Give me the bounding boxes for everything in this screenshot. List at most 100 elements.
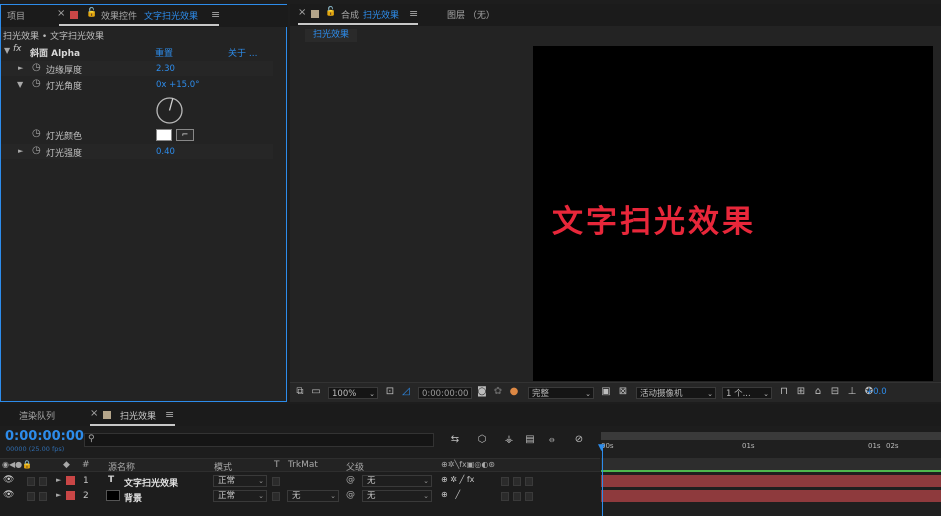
graph-editor-icon[interactable]: ⊘ — [573, 434, 585, 446]
audio-switch[interactable] — [27, 477, 35, 486]
lock-icon[interactable]: 🔓 — [325, 7, 336, 17]
tab-composition[interactable]: 扫光效果 — [363, 8, 399, 21]
expand-arrow-icon[interactable]: ► — [56, 491, 61, 499]
close-icon[interactable]: × — [298, 7, 306, 18]
about-link[interactable]: 关于 ... — [228, 46, 257, 59]
region-of-interest-icon[interactable]: ▣ — [600, 386, 612, 398]
lock-switch[interactable] — [39, 477, 47, 486]
show-snapshot-icon[interactable]: ✿ — [492, 386, 504, 398]
property-value[interactable]: 0x +15.0° — [156, 80, 199, 90]
layer-row[interactable]: 👁 ► 2 背景 正常 ⌄ 无 ⌄ @ 无 ⌄ ⊕ ╱ — [0, 489, 600, 504]
resolution-select[interactable]: 完整 ⌄ — [528, 387, 594, 399]
label-column-icon[interactable]: ◆ — [63, 460, 70, 470]
toggle-pixel-aspect-icon[interactable]: ⊞ — [795, 386, 807, 398]
eyedropper-icon[interactable]: ⌐ — [176, 129, 194, 141]
exposure-value[interactable]: +0.0 — [866, 387, 887, 397]
safe-zones-icon[interactable]: ⊡ — [384, 386, 396, 398]
tab-layer[interactable]: 图层 （无） — [447, 8, 495, 21]
blend-mode-select[interactable]: 正常 ⌄ — [213, 475, 267, 487]
motion-blur-icon[interactable]: ⦵ — [546, 434, 558, 446]
comp-subtab[interactable]: 扫光效果 — [305, 29, 358, 42]
mask-visibility-icon[interactable]: ◿ — [400, 386, 412, 398]
layer-label-color[interactable] — [66, 476, 75, 485]
trkmat-select[interactable]: 无 ⌄ — [287, 490, 339, 502]
draft-3d-icon[interactable]: ⬡ — [476, 434, 488, 446]
layer-name[interactable]: 文字扫光效果 — [124, 476, 178, 489]
expand-arrow-icon[interactable]: ► — [18, 147, 23, 155]
stopwatch-icon[interactable]: ◷ — [32, 62, 41, 73]
stopwatch-icon[interactable]: ◷ — [32, 128, 41, 139]
angle-dial-icon[interactable] — [155, 96, 184, 125]
reset-link[interactable]: 重置 — [155, 46, 173, 59]
work-area-bar[interactable] — [601, 432, 941, 440]
layer-row[interactable]: 👁 ► 1 T 文字扫光效果 正常 ⌄ @ 无 ⌄ ⊕ ✲ ╱ fx — [0, 474, 600, 489]
expand-arrow-icon[interactable]: ► — [56, 476, 61, 484]
layer-search-input[interactable]: ⚲ — [84, 433, 434, 447]
parent-pickwhip-icon[interactable]: @ — [346, 490, 355, 500]
tab-effect-controls[interactable]: 效果控件 — [101, 9, 137, 22]
playhead-icon[interactable]: ▼ — [598, 443, 605, 453]
audio-switch[interactable] — [27, 492, 35, 501]
lock-icon[interactable]: 🔓 — [86, 8, 97, 18]
property-value[interactable]: 2.30 — [156, 64, 175, 74]
property-value[interactable]: 0.40 — [156, 147, 175, 157]
flowchart-icon[interactable]: ⊥ — [846, 386, 858, 398]
switch-box[interactable] — [501, 492, 509, 501]
color-channels-icon[interactable]: ● — [508, 386, 520, 398]
timeline-icon[interactable]: ⊟ — [829, 386, 841, 398]
panel-menu-icon[interactable]: ≡ — [165, 408, 174, 421]
collapse-arrow-icon[interactable]: ▼ — [17, 80, 23, 89]
switch-box[interactable] — [513, 477, 521, 486]
panel-menu-icon[interactable]: ≡ — [211, 8, 220, 21]
switch-box[interactable] — [525, 492, 533, 501]
timeline-timecode[interactable]: 0:00:00:00 — [5, 429, 84, 444]
current-time-field[interactable]: 0:00:00:00 — [418, 387, 472, 399]
tab-project[interactable]: 项目 — [7, 9, 25, 22]
parent-pickwhip-icon[interactable]: @ — [346, 475, 355, 485]
expand-arrow-icon[interactable]: ► — [18, 64, 23, 72]
col-source-name[interactable]: 源名称 — [108, 460, 135, 473]
always-preview-icon[interactable]: ⧉ — [294, 386, 306, 398]
fx-icon[interactable]: fx — [13, 44, 22, 54]
layer-name[interactable]: 背景 — [124, 491, 142, 504]
expand-effect-icon[interactable]: ▼ — [4, 46, 10, 55]
views-select[interactable]: 1 个... ⌄ — [722, 387, 772, 399]
layer-duration-bar[interactable] — [601, 475, 941, 487]
fast-previews-icon[interactable]: ⌂ — [812, 386, 824, 398]
lock-switch[interactable] — [39, 492, 47, 501]
layer-duration-bar[interactable] — [601, 490, 941, 502]
av-switches-icon[interactable]: ◉◀●🔒 — [2, 460, 32, 469]
camera-snapshot-icon[interactable]: ◙ — [476, 386, 488, 398]
panel-menu-icon[interactable]: ≡ — [409, 7, 418, 20]
frame-blending-icon[interactable]: ▤ — [524, 434, 536, 446]
tab-render-queue[interactable]: 渲染队列 — [19, 409, 55, 422]
color-swatch[interactable] — [156, 129, 172, 141]
eye-icon[interactable]: 👁 — [3, 475, 14, 485]
transparency-grid-icon[interactable]: ⊠ — [617, 386, 629, 398]
shy-layers-icon[interactable]: ⚶ — [503, 434, 515, 446]
blend-mode-select[interactable]: 正常 ⌄ — [213, 490, 267, 502]
tab-effect-layer-name[interactable]: 文字扫光效果 — [144, 9, 198, 22]
layer-switches-icon[interactable]: ⊕ ✲ ╱ fx — [441, 475, 474, 484]
comp-mini-flowchart-icon[interactable]: ⇆ — [449, 434, 461, 446]
switch-box[interactable] — [513, 492, 521, 501]
zoom-select[interactable]: 100% ⌄ — [328, 387, 378, 399]
switch-box[interactable] — [525, 477, 533, 486]
parent-select[interactable]: 无 ⌄ — [362, 475, 432, 487]
layer-switches-icon[interactable]: ⊕ ╱ — [441, 490, 460, 499]
timeline-track-area[interactable]: 00s 01s 01s 02s ▼ — [598, 432, 941, 516]
switch-box[interactable] — [501, 477, 509, 486]
close-icon[interactable]: × — [90, 408, 98, 419]
close-icon[interactable]: × — [57, 8, 65, 19]
stopwatch-icon[interactable]: ◷ — [32, 78, 41, 89]
tab-comp-timeline[interactable]: 扫光效果 — [120, 409, 156, 422]
parent-select[interactable]: 无 ⌄ — [362, 490, 432, 502]
view-options-icon[interactable]: ⊓ — [778, 386, 790, 398]
preserve-transparency-switch[interactable] — [272, 492, 280, 501]
stopwatch-icon[interactable]: ◷ — [32, 145, 41, 156]
comp-viewer[interactable]: 文字扫光效果 — [533, 46, 933, 381]
layer-label-color[interactable] — [66, 491, 75, 500]
camera-select[interactable]: 活动摄像机 ⌄ — [636, 387, 716, 399]
eye-icon[interactable]: 👁 — [3, 490, 14, 500]
monitor-icon[interactable]: ▭ — [310, 386, 322, 398]
